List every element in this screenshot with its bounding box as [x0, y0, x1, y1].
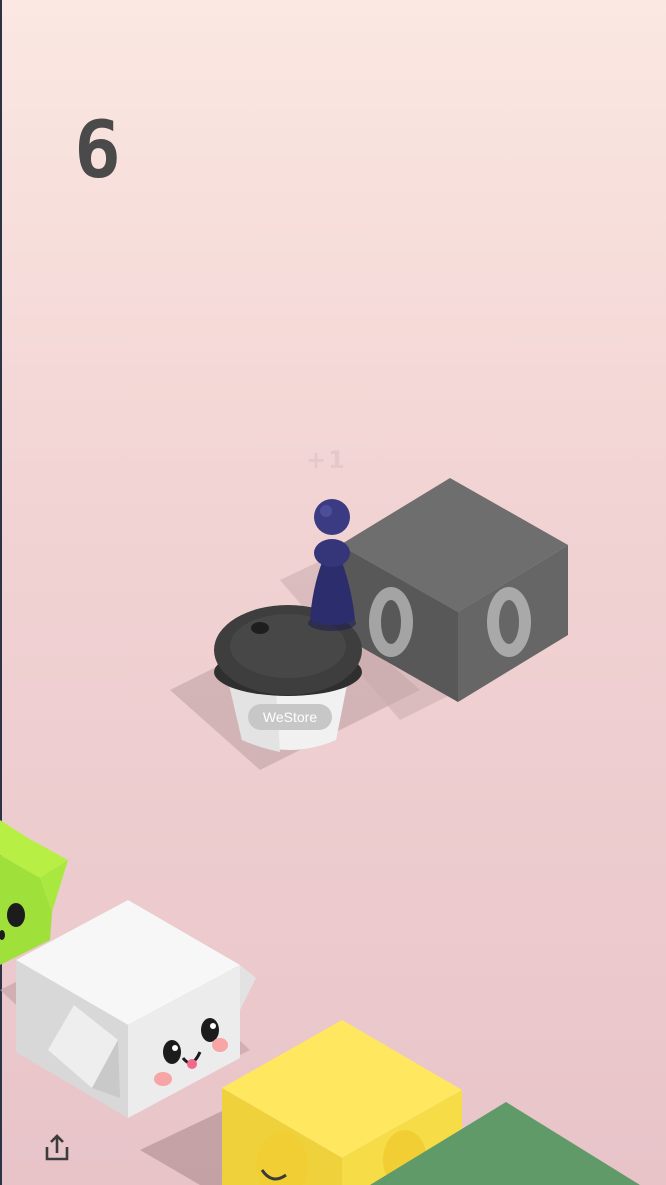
- game-screen[interactable]: 6 WeStore +1: [0, 0, 666, 1185]
- share-icon: [45, 1134, 69, 1161]
- cup-lid-hole: [251, 622, 269, 634]
- white-face-cube-platform: [16, 900, 256, 1118]
- white-cube-eye-right: [201, 1018, 219, 1042]
- green-cube-eye: [7, 903, 25, 927]
- game-scene[interactable]: WeStore: [0, 0, 666, 1185]
- cup-brand-text: WeStore: [263, 709, 317, 725]
- bonus-popup: +1: [306, 446, 347, 474]
- share-button[interactable]: [40, 1132, 74, 1166]
- white-cube-eye-left: [163, 1040, 181, 1064]
